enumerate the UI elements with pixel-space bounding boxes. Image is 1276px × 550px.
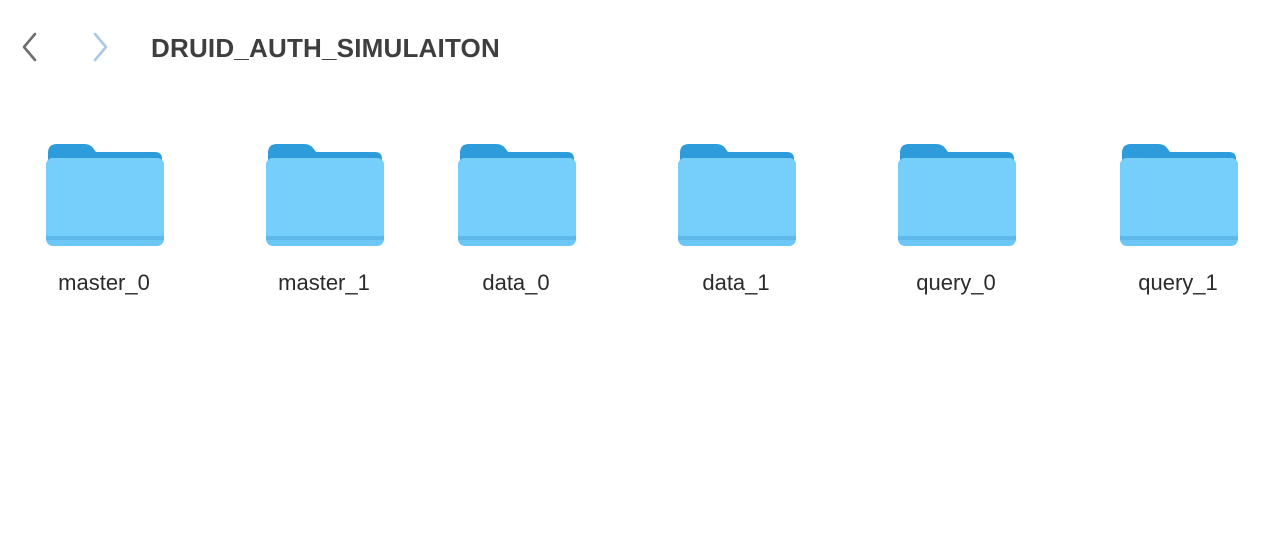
folder-item[interactable]: master_0	[24, 140, 184, 310]
folder-grid: master_0 master_1 data_0 data_1 query_0 …	[0, 0, 1276, 550]
folder-icon	[678, 144, 796, 246]
folder-label: query_0	[916, 270, 996, 295]
folder-item[interactable]: master_1	[244, 140, 404, 310]
folder-label: query_1	[1138, 270, 1218, 295]
folder-item[interactable]: data_0	[436, 140, 596, 310]
folder-icon	[898, 144, 1016, 246]
folder-item[interactable]: query_1	[1098, 140, 1258, 310]
folder-label: data_0	[482, 270, 550, 295]
folder-icon	[458, 144, 576, 246]
folder-icon	[266, 144, 384, 246]
folder-icon	[46, 144, 164, 246]
folder-item[interactable]: query_0	[876, 140, 1036, 310]
finder-window: DRUID_AUTH_SIMULAITON master_0 master_1	[0, 0, 1276, 550]
folder-icon	[1120, 144, 1238, 246]
folder-item[interactable]: data_1	[656, 140, 816, 310]
folder-label: data_1	[702, 270, 770, 295]
folder-label: master_1	[278, 270, 370, 295]
folder-label: master_0	[58, 270, 150, 295]
